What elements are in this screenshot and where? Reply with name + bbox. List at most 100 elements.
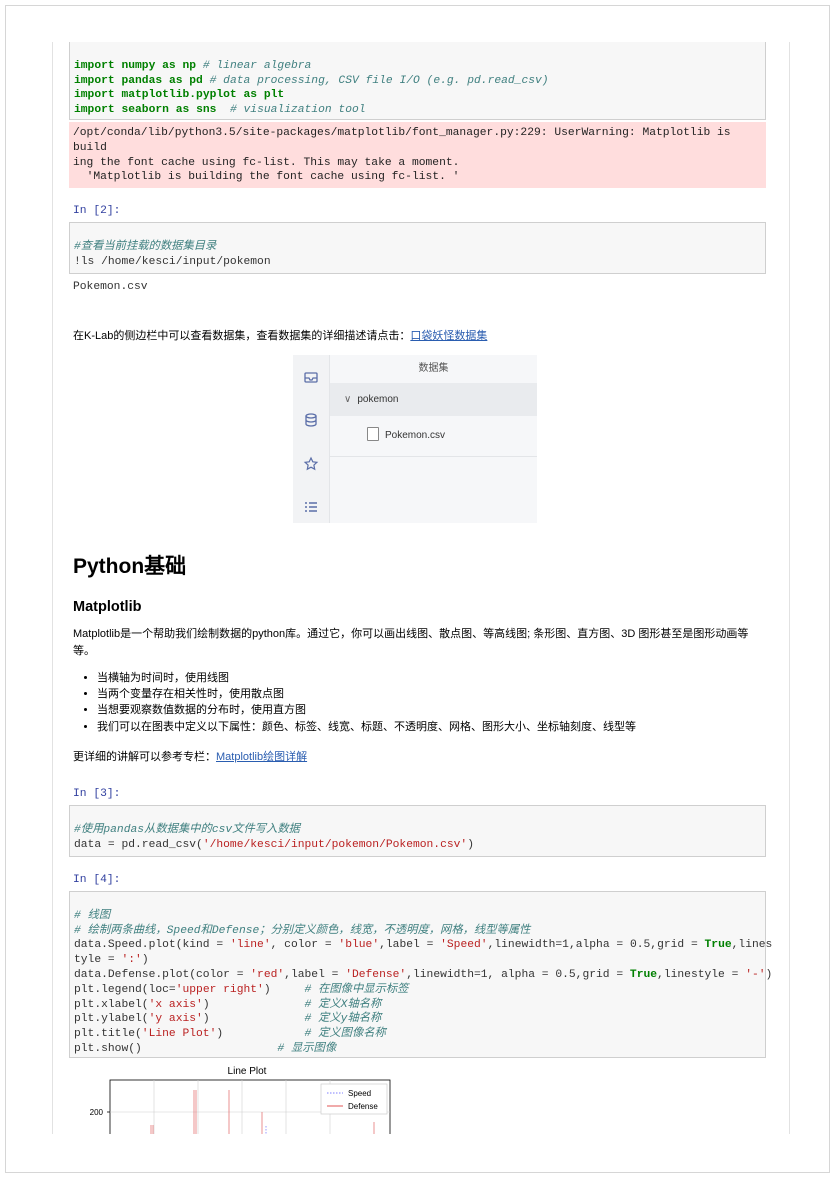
- code-comment: # 定义X轴名称: [304, 998, 382, 1011]
- prompt-in-3: In [3]:: [73, 788, 121, 800]
- output-2: Pokemon.csv: [73, 281, 148, 293]
- star-icon[interactable]: [303, 456, 319, 472]
- import-line: import numpy as np # linear algebra: [74, 60, 311, 72]
- code-comment: # 在图像中显示标签: [304, 983, 409, 996]
- code-cell-imports[interactable]: import numpy as np # linear algebra impo…: [69, 42, 766, 120]
- code-string: '/home/kesci/input/pokemon/Pokemon.csv': [202, 838, 468, 851]
- code-string: 'red': [250, 968, 285, 981]
- code-comment: # 线图: [74, 909, 111, 922]
- code-text: ,linewidth=1, alpha = 0.5,grid =: [406, 968, 630, 981]
- code-text: ): [467, 838, 474, 851]
- code-string: 'line': [229, 939, 271, 952]
- legend-label-speed: Speed: [348, 1089, 371, 1098]
- code-text: ,lines: [731, 939, 773, 952]
- code-text: plt.title(: [74, 1028, 142, 1041]
- import-line: import pandas as pd # data processing, C…: [74, 75, 549, 87]
- chart-title: Line Plot: [228, 1066, 267, 1077]
- code-string: 'y axis': [148, 1013, 203, 1026]
- code-text: ,label =: [379, 939, 441, 952]
- code-keyword: import: [74, 74, 115, 87]
- more-prefix: 更详细的讲解可以参考专栏：: [73, 751, 216, 763]
- code-text: plt.legend(loc=: [74, 983, 176, 996]
- code-module: numpy: [121, 59, 156, 72]
- code-alias: plt: [263, 89, 285, 102]
- code-string: '-': [745, 968, 766, 981]
- code-comment: # 显示图像: [277, 1042, 337, 1055]
- code-text: ,linewidth=1,alpha = 0.5,grid =: [487, 939, 705, 952]
- inbox-icon[interactable]: [303, 369, 319, 385]
- list-item: 我们可以在图表中定义以下属性：颜色、标签、线宽、标题、不透明度、网格、图形大小、…: [97, 719, 777, 735]
- code-module: matplotlib.pyplot: [121, 89, 237, 102]
- notebook-page: import numpy as np # linear algebra impo…: [52, 42, 790, 1134]
- code-text: ,linestyle =: [657, 968, 746, 981]
- prompt-in-2: In [2]:: [73, 205, 121, 217]
- code-cell-4[interactable]: # 线图 # 绘制两条曲线，Speed和Defense；分别定义颜色，线宽，不透…: [69, 891, 772, 1058]
- code-comment: # linear algebra: [196, 59, 312, 72]
- code-alias: sns: [196, 104, 217, 117]
- chevron-down-icon: ∨: [344, 394, 352, 405]
- code-text: ): [202, 998, 305, 1011]
- code-keyword: as: [175, 104, 190, 117]
- code-alias: pd: [189, 74, 203, 87]
- code-string: 'Defense': [345, 968, 407, 981]
- dataset-note: 在K-Lab的侧边栏中可以查看数据集，查看数据集的详细描述请点击：口袋妖怪数据集: [73, 328, 487, 345]
- code-text: ): [765, 968, 773, 981]
- file-name: Pokemon.csv: [385, 430, 446, 441]
- code-text: plt.ylabel(: [74, 1013, 149, 1026]
- code-comment: #查看当前挂载的数据集目录: [74, 240, 217, 253]
- import-line: import seaborn as sns # visualization to…: [74, 104, 366, 116]
- code-text: ): [202, 1013, 305, 1026]
- database-icon[interactable]: [303, 412, 319, 428]
- code-string: 'x axis': [148, 998, 203, 1011]
- code-string: ':': [121, 954, 142, 967]
- file-row[interactable]: Pokemon.csv: [330, 416, 537, 457]
- code-text: , color =: [270, 939, 339, 952]
- code-comment: # 定义y轴名称: [304, 1013, 382, 1026]
- code-cell-2[interactable]: #查看当前挂载的数据集目录 !ls /home/kesci/input/poke…: [69, 222, 766, 274]
- code-text: data = pd.read_csv(: [74, 838, 203, 851]
- code-keyword: as: [162, 59, 176, 72]
- line-plot-chart: Line Plot 200 Speed Defense: [90, 1066, 391, 1134]
- code-bool: True: [704, 939, 732, 952]
- folder-row[interactable]: ∨ pokemon: [330, 383, 537, 416]
- code-comment: # data processing, CSV file I/O (e.g. pd…: [202, 74, 549, 87]
- sidebar-rail: [293, 355, 330, 523]
- code-cell-3[interactable]: #使用pandas从数据集中的csv文件写入数据 data = pd.read_…: [69, 805, 766, 857]
- code-bool: True: [629, 968, 658, 981]
- dataset-sidebar-image: 数据集 ∨ pokemon Pokemon.csv: [293, 355, 537, 523]
- code-text: ): [263, 983, 305, 996]
- dataset-note-text: 在K-Lab的侧边栏中可以查看数据集，查看数据集的详细描述请点击：: [73, 330, 411, 342]
- code-keyword: import: [74, 89, 115, 102]
- code-string: 'upper right': [175, 983, 264, 996]
- code-text: data.Defense.plot(color =: [74, 968, 251, 981]
- matplotlib-link[interactable]: Matplotlib绘图详解: [216, 751, 307, 763]
- code-text: tyle =: [74, 954, 122, 967]
- code-comment: # 绘制两条曲线，Speed和Defense；分别定义颜色，线宽，不透明度，网格…: [74, 924, 531, 937]
- code-module: pandas: [121, 74, 163, 87]
- more-paragraph: 更详细的讲解可以参考专栏：Matplotlib绘图详解: [73, 749, 307, 766]
- list-item: 当两个变量存在相关性时，使用散点图: [97, 686, 777, 702]
- code-text: ,label =: [284, 968, 346, 981]
- code-keyword: as: [243, 89, 258, 102]
- code-text: ): [141, 954, 149, 967]
- prompt-in-4: In [4]:: [73, 874, 121, 886]
- folder-name: pokemon: [357, 394, 399, 405]
- code-text: ): [216, 1028, 305, 1041]
- code-keyword: as: [168, 74, 183, 87]
- code-comment: # visualization tool: [216, 104, 366, 117]
- code-keyword: import: [74, 104, 115, 117]
- y-tick-label: 200: [90, 1108, 104, 1117]
- warning-output: /opt/conda/lib/python3.5/site-packages/m…: [69, 122, 766, 188]
- legend-label-defense: Defense: [348, 1102, 378, 1111]
- code-comment: # 定义图像名称: [304, 1028, 386, 1041]
- subsection-title: Matplotlib: [73, 599, 142, 615]
- dataset-link[interactable]: 口袋妖怪数据集: [410, 330, 487, 342]
- list-icon[interactable]: [303, 499, 319, 515]
- shell-command: !ls /home/kesci/input/pokemon: [74, 255, 271, 268]
- code-text: plt.show(): [74, 1042, 278, 1055]
- code-module: seaborn: [121, 104, 169, 117]
- bullet-list: 当横轴为时间时，使用线图 当两个变量存在相关性时，使用散点图 当想要观察数值数据…: [73, 670, 777, 735]
- list-item: 当想要观察数值数据的分布时，使用直方图: [97, 702, 777, 718]
- code-alias: np: [182, 59, 197, 72]
- code-string: 'Speed': [440, 939, 488, 952]
